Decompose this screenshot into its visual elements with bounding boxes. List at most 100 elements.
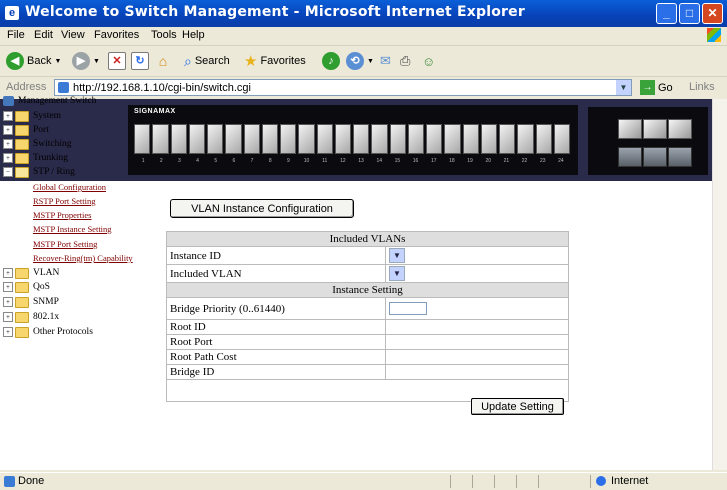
port-23[interactable] [535,124,552,154]
port-19[interactable] [462,124,479,154]
maximize-button[interactable]: □ [679,3,700,24]
port-15[interactable] [389,124,406,154]
stop-button[interactable]: ✕ [108,51,126,71]
expand-icon[interactable]: + [3,139,13,149]
menu-edit[interactable]: Edit [34,29,53,41]
port-3[interactable] [170,124,187,154]
tree-link-label[interactable]: MSTP Instance Setting [33,224,112,234]
instance-id-select[interactable]: ▼ [389,248,405,263]
port-7[interactable] [243,124,260,154]
favorites-button[interactable]: ★ Favorites [244,51,306,71]
tree-item-switching[interactable]: + Switching [3,137,72,151]
minimize-button[interactable]: _ [656,3,677,24]
messenger-button[interactable]: ☺ [422,51,435,71]
tree-link-mstp-port-setting[interactable]: MSTP Port Setting [33,237,97,251]
uplink-port-bottom-3[interactable] [668,147,692,167]
tree-link-label[interactable]: MSTP Properties [33,210,91,220]
port-14[interactable] [371,124,388,154]
tree-item-stp-ring[interactable]: − STP / Ring [3,165,75,179]
home-button[interactable]: ⌂ [154,51,172,71]
port-8[interactable] [261,124,278,154]
tree-link-global-configuration[interactable]: Global Configuration [33,180,106,194]
port-4[interactable] [188,124,205,154]
address-url[interactable]: http://192.168.1.10/cgi-bin/switch.cgi [73,82,251,94]
expand-icon[interactable]: + [3,111,13,121]
expand-icon[interactable]: + [3,153,13,163]
update-setting-button[interactable]: Update Setting [471,398,564,415]
uplink-port-top-1[interactable] [618,119,642,139]
included-vlan-select[interactable]: ▼ [389,266,405,281]
port-16[interactable] [407,124,424,154]
port-6[interactable] [225,124,242,154]
tree-link-mstp-instance-setting[interactable]: MSTP Instance Setting [33,222,112,236]
back-button[interactable]: ◀ Back ▼ [6,51,61,71]
vlan-instance-configuration-button[interactable]: VLAN Instance Configuration [170,199,354,218]
forward-button[interactable]: ▶ ▼ [72,51,100,71]
address-dropdown-icon[interactable]: ▼ [616,80,631,95]
vertical-scrollbar[interactable] [712,99,727,470]
tree-link-label[interactable]: Global Configuration [33,182,106,192]
menu-tools[interactable]: Tools [151,29,177,41]
port-10[interactable] [298,124,315,154]
port-5[interactable] [207,124,224,154]
search-button[interactable]: ⌕ Search [184,51,230,71]
port-11[interactable] [316,124,333,154]
port-17[interactable] [426,124,443,154]
go-button[interactable]: → Go [640,80,673,95]
tree-item-trunking[interactable]: + Trunking [3,151,68,165]
port-12[interactable] [334,124,351,154]
expand-icon[interactable]: + [3,125,13,135]
print-button[interactable]: ⎙ [400,51,410,71]
uplink-port-top-3[interactable] [668,119,692,139]
menu-view[interactable]: View [61,29,85,41]
port-9[interactable] [280,124,297,154]
mail-button[interactable]: ✉ [380,51,391,71]
forward-dropdown-icon[interactable]: ▼ [93,58,100,65]
port-18[interactable] [444,124,461,154]
close-button[interactable]: ✕ [702,3,723,24]
collapse-icon[interactable]: − [3,167,13,177]
tree-item-qos[interactable]: + QoS [3,280,50,294]
bridge-priority-input[interactable] [389,301,427,315]
menu-file[interactable]: File [7,29,25,41]
status-divider [494,475,495,488]
tree-root[interactable]: Management Switch [3,94,96,108]
tree-item-8021x[interactable]: +802.1x [3,310,59,324]
history-dropdown-icon[interactable]: ▼ [367,58,374,65]
tree-link-label[interactable]: Recover-Ring(tm) Capability [33,253,133,263]
port-2[interactable] [152,124,169,154]
menu-favorites[interactable]: Favorites [94,29,139,41]
port-22[interactable] [517,124,534,154]
port-13[interactable] [353,124,370,154]
refresh-button[interactable]: ↻ [131,51,149,71]
tree-item-vlan[interactable]: + VLAN [3,266,59,280]
tree-link-recover-ring[interactable]: Recover-Ring(tm) Capability [33,251,133,265]
expand-icon[interactable]: + [3,327,13,337]
port-20[interactable] [480,124,497,154]
tree-link-rstp-port-setting[interactable]: RSTP Port Setting [33,194,96,208]
menu-help[interactable]: Help [182,29,205,41]
port-1[interactable] [134,124,151,154]
tree-item-other-protocols[interactable]: + Other Protocols [3,325,93,339]
port-21[interactable] [499,124,516,154]
history-button[interactable]: ⟲ ▼ [346,51,374,71]
tree-item-port[interactable]: + Port [3,123,49,137]
uplink-port-top-2[interactable] [643,119,667,139]
media-button[interactable]: ♪ [322,51,340,71]
expand-icon[interactable]: + [3,312,13,322]
expand-icon[interactable]: + [3,282,13,292]
tree-link-mstp-properties[interactable]: MSTP Properties [33,208,91,222]
tree-link-label[interactable]: MSTP Port Setting [33,239,97,249]
tree-item-system[interactable]: + System [3,109,61,123]
tree-item-snmp[interactable]: + SNMP [3,295,59,309]
expand-icon[interactable]: + [3,297,13,307]
links-button[interactable]: Links [689,81,715,93]
address-input[interactable]: http://192.168.1.10/cgi-bin/switch.cgi ▼ [54,79,632,96]
back-dropdown-icon[interactable]: ▼ [54,58,61,65]
port-panel: SIGNAMAX 1 2 3 4 5 6 7 8 9 10 11 12 13 14 15 16 17 18 19 20… [128,105,578,175]
expand-icon[interactable]: + [3,268,13,278]
port-24[interactable] [553,124,570,154]
uplink-port-bottom-1[interactable] [618,147,642,167]
tree-link-label[interactable]: RSTP Port Setting [33,196,96,206]
uplink-port-bottom-2[interactable] [643,147,667,167]
